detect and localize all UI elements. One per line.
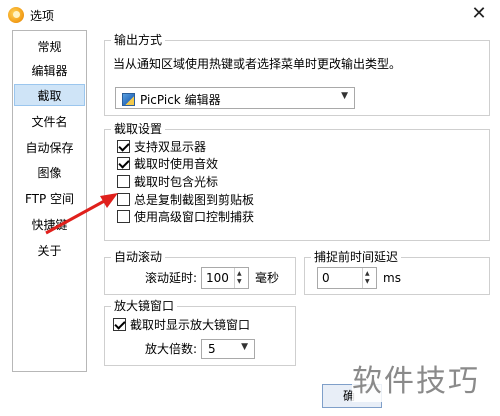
window-title: 选项	[30, 9, 55, 23]
scroll-delay-value[interactable]: 100	[206, 271, 229, 285]
capture-delay-unit: ms	[383, 271, 401, 285]
output-type-select[interactable]: PicPick 编辑器 ▼	[115, 87, 355, 109]
capture-delay-title: 捕捉前时间延迟	[311, 250, 402, 264]
capture-settings-group: 截取设置 支持双显示器 截取时使用音效 截取时包含光标 总是复制截图到剪贴板 使…	[104, 122, 490, 241]
checkbox-copy-clipboard-box[interactable]	[117, 193, 130, 206]
chevron-down-icon: ▼	[341, 91, 348, 101]
checkbox-sound-box[interactable]	[117, 157, 130, 170]
checkbox-copy-clipboard[interactable]: 总是复制截图到剪贴板	[117, 192, 254, 208]
capture-delay-group: 捕捉前时间延迟 0 ▲ ▼ ms	[304, 250, 490, 295]
checkbox-advanced-window[interactable]: 使用高级窗口控制捕获	[117, 209, 254, 225]
checkbox-show-magnifier-box[interactable]	[113, 318, 126, 331]
sidebar-item-editor[interactable]: 编辑器	[13, 60, 86, 82]
zoom-factor-value: 5	[208, 342, 216, 356]
sidebar-item-filename[interactable]: 文件名	[13, 111, 86, 133]
autoscroll-title: 自动滚动	[111, 250, 166, 264]
checkbox-include-cursor[interactable]: 截取时包含光标	[117, 174, 218, 190]
capture-settings-title: 截取设置	[111, 122, 166, 136]
options-window: 选项 ✕ 常规 编辑器 截取 文件名 自动保存 图像 FTP 空间 快捷键 关于…	[0, 0, 500, 416]
checkbox-advanced-window-label: 使用高级窗口控制捕获	[134, 210, 255, 224]
sidebar-item-about[interactable]: 关于	[13, 240, 86, 262]
title-bar: 选项 ✕	[0, 0, 500, 30]
output-method-title: 输出方式	[111, 33, 166, 47]
checkbox-dual-monitor-label: 支持双显示器	[134, 140, 207, 154]
sidebar-item-capture[interactable]: 截取	[14, 84, 85, 106]
output-method-description: 当从通知区域使用热键或者选择菜单时更改输出类型。	[113, 57, 402, 71]
checkbox-sound-label: 截取时使用音效	[134, 157, 219, 171]
spinner-arrows-icon[interactable]: ▲ ▼	[362, 268, 376, 288]
zoom-factor-select[interactable]: 5 ▼	[201, 339, 255, 359]
magnifier-group: 放大镜窗口 截取时显示放大镜窗口 放大倍数: 5 ▼	[104, 299, 296, 366]
checkbox-show-magnifier[interactable]: 截取时显示放大镜窗口	[113, 317, 250, 333]
spinner-arrows-icon[interactable]: ▲ ▼	[234, 268, 248, 288]
checkbox-include-cursor-label: 截取时包含光标	[134, 175, 219, 189]
output-method-group: 输出方式 当从通知区域使用热键或者选择菜单时更改输出类型。 PicPick 编辑…	[104, 33, 490, 116]
sidebar-item-image[interactable]: 图像	[13, 162, 86, 184]
checkbox-dual-monitor[interactable]: 支持双显示器	[117, 139, 206, 155]
capture-delay-spinner[interactable]: 0 ▲ ▼	[317, 267, 377, 289]
capture-delay-value[interactable]: 0	[322, 271, 330, 285]
checkbox-copy-clipboard-label: 总是复制截图到剪贴板	[134, 193, 255, 207]
picpick-icon	[122, 93, 135, 106]
sidebar-item-hotkeys[interactable]: 快捷键	[13, 214, 86, 236]
checkbox-dual-monitor-box[interactable]	[117, 140, 130, 153]
scroll-delay-unit: 毫秒	[255, 271, 280, 285]
options-sidebar: 常规 编辑器 截取 文件名 自动保存 图像 FTP 空间 快捷键 关于	[12, 30, 87, 372]
checkbox-sound[interactable]: 截取时使用音效	[117, 156, 218, 172]
watermark: 软件技巧	[352, 362, 500, 402]
chevron-down-icon: ▼	[241, 342, 248, 352]
output-type-value: PicPick 编辑器	[140, 93, 221, 107]
output-type-value-wrap: PicPick 编辑器	[122, 91, 221, 108]
sidebar-item-autosave[interactable]: 自动保存	[13, 137, 86, 159]
checkbox-advanced-window-box[interactable]	[117, 210, 130, 223]
sidebar-item-ftp[interactable]: FTP 空间	[13, 188, 86, 210]
autoscroll-group: 自动滚动 滚动延时: 100 ▲ ▼ 毫秒	[104, 250, 296, 295]
sidebar-item-general[interactable]: 常规	[13, 36, 86, 58]
zoom-factor-label: 放大倍数:	[145, 342, 198, 356]
scroll-delay-label: 滚动延时:	[145, 271, 198, 285]
picpick-app-icon	[8, 7, 24, 23]
close-button[interactable]: ✕	[462, 2, 496, 28]
checkbox-include-cursor-box[interactable]	[117, 175, 130, 188]
checkbox-show-magnifier-label: 截取时显示放大镜窗口	[130, 318, 251, 332]
magnifier-title: 放大镜窗口	[111, 299, 178, 313]
scroll-delay-spinner[interactable]: 100 ▲ ▼	[201, 267, 249, 289]
